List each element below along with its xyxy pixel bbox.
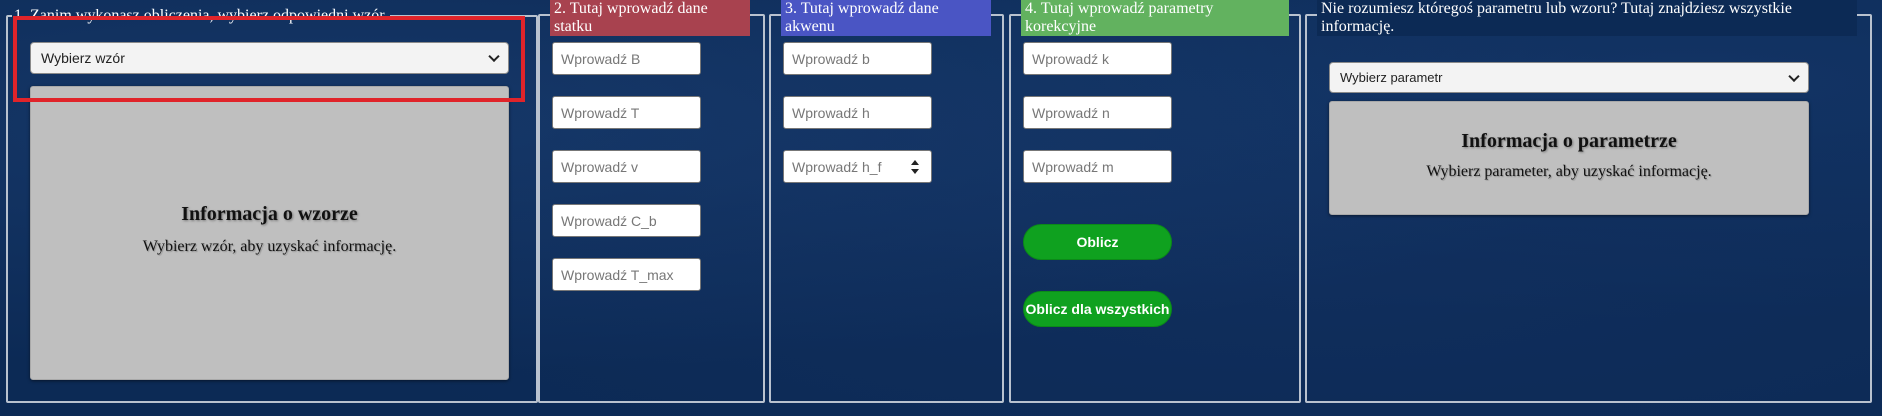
- parameter-info-text: Wybierz parameter, aby uzyskać informacj…: [1426, 163, 1712, 180]
- parameter-select[interactable]: Wybierz parametr: [1329, 62, 1809, 93]
- waterway-title: 3. Tutaj wprowadź dane akwenu: [781, 0, 991, 36]
- formula-info-box: Informacja o wzorze Wybierz wzór, aby uz…: [30, 86, 509, 380]
- input-b-ship[interactable]: [552, 42, 701, 75]
- input-cb[interactable]: [552, 204, 701, 237]
- chevron-down-icon: [1788, 70, 1800, 82]
- parameter-info-title: Informacja o parametrze: [1461, 130, 1677, 152]
- input-tmax[interactable]: [552, 258, 701, 291]
- correction-title: 4. Tutaj wprowadź parametry korekcyjne: [1021, 0, 1289, 36]
- formula-info-title: Informacja o wzorze: [181, 203, 358, 225]
- input-v[interactable]: [552, 150, 701, 183]
- input-m[interactable]: [1023, 150, 1172, 183]
- help-title: Nie rozumiesz któregoś parametru lub wzo…: [1317, 0, 1857, 36]
- input-h[interactable]: [783, 96, 932, 129]
- ship-data-title: 2. Tutaj wprowadź dane statku: [550, 0, 750, 36]
- input-k[interactable]: [1023, 42, 1172, 75]
- input-b-waterway[interactable]: [783, 42, 932, 75]
- input-t[interactable]: [552, 96, 701, 129]
- calculate-all-button[interactable]: Oblicz dla wszystkich: [1023, 291, 1172, 327]
- parameter-select-value: Wybierz parametr: [1340, 70, 1443, 85]
- formula-info-text: Wybierz wzór, aby uzyskać informację.: [142, 238, 397, 255]
- highlight-frame: [13, 16, 525, 102]
- calculate-button[interactable]: Oblicz: [1023, 224, 1172, 260]
- number-spinner-icon[interactable]: [910, 160, 920, 174]
- parameter-info-box: Informacja o parametrze Wybierz paramete…: [1329, 101, 1809, 215]
- input-n[interactable]: [1023, 96, 1172, 129]
